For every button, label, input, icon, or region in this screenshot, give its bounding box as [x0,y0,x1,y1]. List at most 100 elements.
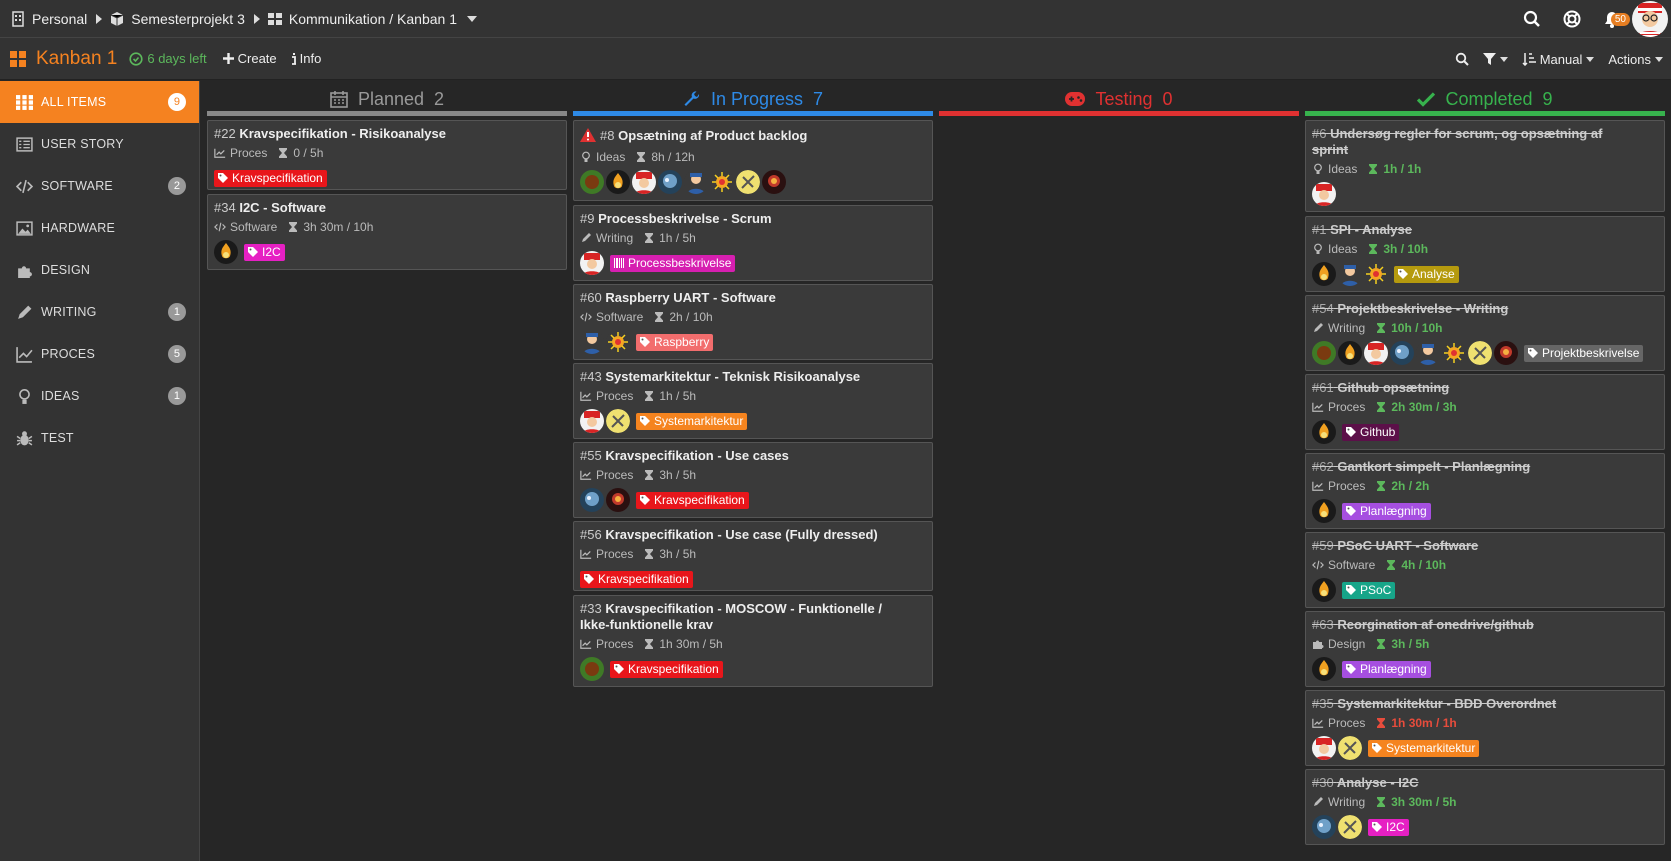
tag-badge[interactable]: PSoC [1342,581,1396,599]
breadcrumb-project[interactable]: Semesterprojekt 3 [109,11,245,27]
avatar[interactable] [1312,499,1336,523]
card-6[interactable]: #6 Undersøg regler for scrum, og opsætni… [1305,120,1665,212]
sidebar-item-software[interactable]: SOFTWARE 2 [0,165,199,207]
avatar[interactable] [580,330,604,354]
avatar[interactable] [1312,262,1336,286]
card-30[interactable]: #30 Analyse - I2C Writing 3h 30m / 5h I2C [1305,769,1665,845]
avatar[interactable] [1338,815,1362,839]
card-56[interactable]: #56 Kravspecifikation - Use case (Fully … [573,521,933,591]
tag-badge[interactable]: Planlægning [1342,502,1431,520]
card-34[interactable]: #34 I2C - Software Software 3h 30m / 10h … [207,194,567,270]
tag-badge[interactable]: Raspberry [636,333,714,351]
avatar[interactable] [1312,420,1336,444]
sidebar-item-hardware[interactable]: HARDWARE [0,207,199,249]
actions-dropdown[interactable]: Actions [1608,52,1663,67]
card-59[interactable]: #59 PSoC UART - Software Software 4h / 10… [1305,532,1665,608]
avatar[interactable] [1338,262,1362,286]
breadcrumb-personal[interactable]: Personal [10,11,87,27]
tag-badge[interactable]: Systemarkitektur [1368,739,1480,757]
avatar[interactable] [1364,262,1388,286]
card-54[interactable]: #54 Projektbeskrivelse - Writing Writing… [1305,295,1665,371]
avatar[interactable] [1312,341,1336,365]
card-number: #55 [580,448,602,463]
sidebar-item-design[interactable]: DESIGN [0,249,199,291]
tag-badge[interactable]: Kravspecifikation [580,570,693,588]
card-9[interactable]: #9 Processbeskrivelse - Scrum Writing 1h … [573,205,933,281]
sidebar-item-writing[interactable]: WRITING 1 [0,291,199,333]
filter-button[interactable] [1482,52,1508,66]
notifications-button[interactable]: 50 [1592,0,1632,38]
search-button[interactable] [1512,0,1552,38]
avatar[interactable] [1390,341,1414,365]
card-33[interactable]: #33 Kravspecifikation - MOSCOW - Funktio… [573,595,933,687]
sidebar-item-proces[interactable]: PROCES 5 [0,333,199,375]
card-8[interactable]: #8 Opsætning af Product backlog Ideas 8h … [573,120,933,201]
avatar[interactable] [1468,341,1492,365]
avatar[interactable] [1416,341,1440,365]
avatar[interactable] [606,409,630,433]
avatar[interactable] [1442,341,1466,365]
sort-dropdown[interactable]: Manual [1522,52,1595,67]
avatar[interactable] [1312,815,1336,839]
avatar[interactable] [684,170,708,194]
avatar[interactable] [1494,341,1518,365]
avatar[interactable] [632,170,656,194]
avatar[interactable] [1312,578,1336,602]
tag-badge[interactable]: Analyse [1394,265,1459,283]
avatar[interactable] [658,170,682,194]
avatar[interactable] [580,657,604,681]
tag-badge[interactable]: Systemarkitektur [636,412,748,430]
avatar[interactable] [1312,657,1336,681]
avatar[interactable] [1338,736,1362,760]
info-button[interactable]: Info [291,51,321,66]
avatar[interactable] [736,170,760,194]
card-55[interactable]: #55 Kravspecifikation - Use cases Proces… [573,442,933,518]
create-button[interactable]: Create [222,51,277,66]
tag-badge[interactable]: I2C [1368,818,1409,836]
tag-badge[interactable]: Projektbeskrivelse [1524,344,1644,362]
sidebar-item-ideas[interactable]: IDEAS 1 [0,375,199,417]
avatar[interactable] [214,240,238,264]
avatar[interactable] [606,170,630,194]
card-60[interactable]: #60 Raspberry UART - Software Software 2h… [573,284,933,360]
avatar[interactable] [580,488,604,512]
breadcrumb-board[interactable]: Kommunikation / Kanban 1 [267,11,477,27]
card-1[interactable]: #1 SPI - Analyse Ideas 3h / 10h Analyse [1305,216,1665,292]
lifebuoy-icon [1563,10,1581,28]
board-search-button[interactable] [1455,52,1469,66]
card-type: Proces [1328,716,1366,730]
tag-badge[interactable]: Kravspecifikation [636,491,749,509]
card-22[interactable]: #22 Kravspecifikation - Risikoanalyse Pr… [207,120,567,190]
card-43[interactable]: #43 Systemarkitektur - Teknisk Risikoana… [573,363,933,439]
avatar[interactable] [762,170,786,194]
card-63[interactable]: #63 Reorgination af onedrive/github Desi… [1305,611,1665,687]
tag-badge[interactable]: Processbeskrivelse [610,254,736,272]
sidebar-item-user-story[interactable]: USER STORY [0,123,199,165]
avatar[interactable] [606,330,630,354]
card-61[interactable]: #61 Github opsætning Proces 2h 30m / 3h G… [1305,374,1665,450]
tag-badge[interactable]: Kravspecifikation [214,169,327,187]
card-62[interactable]: #62 Gantkort simpelt - Planlægning Proce… [1305,453,1665,529]
avatar[interactable] [710,170,734,194]
avatar[interactable] [580,170,604,194]
tag-badge[interactable]: Github [1342,423,1400,441]
user-avatar[interactable] [1632,1,1668,37]
avatar[interactable] [1338,341,1362,365]
tag-badge[interactable]: I2C [244,243,285,261]
avatar[interactable] [606,488,630,512]
avatar[interactable] [1312,736,1336,760]
sidebar-item-count: 2 [168,177,186,195]
avatar[interactable] [1312,182,1336,206]
avatar[interactable] [580,409,604,433]
help-button[interactable] [1552,0,1592,38]
card-35[interactable]: #35 Systemarkitektur - BDD Overordnet Pr… [1305,690,1665,766]
card-type: Software [596,310,644,324]
sidebar-item-all-items[interactable]: ALL ITEMS 9 [0,81,199,123]
avatar[interactable] [580,251,604,275]
tag-badge[interactable]: Kravspecifikation [610,660,723,678]
tag-badge[interactable]: Planlægning [1342,660,1431,678]
chevron-down-icon[interactable] [466,15,477,22]
card-time: 3h 30m / 5h [1391,795,1457,809]
sidebar-item-test[interactable]: TEST [0,417,199,459]
avatar[interactable] [1364,341,1388,365]
